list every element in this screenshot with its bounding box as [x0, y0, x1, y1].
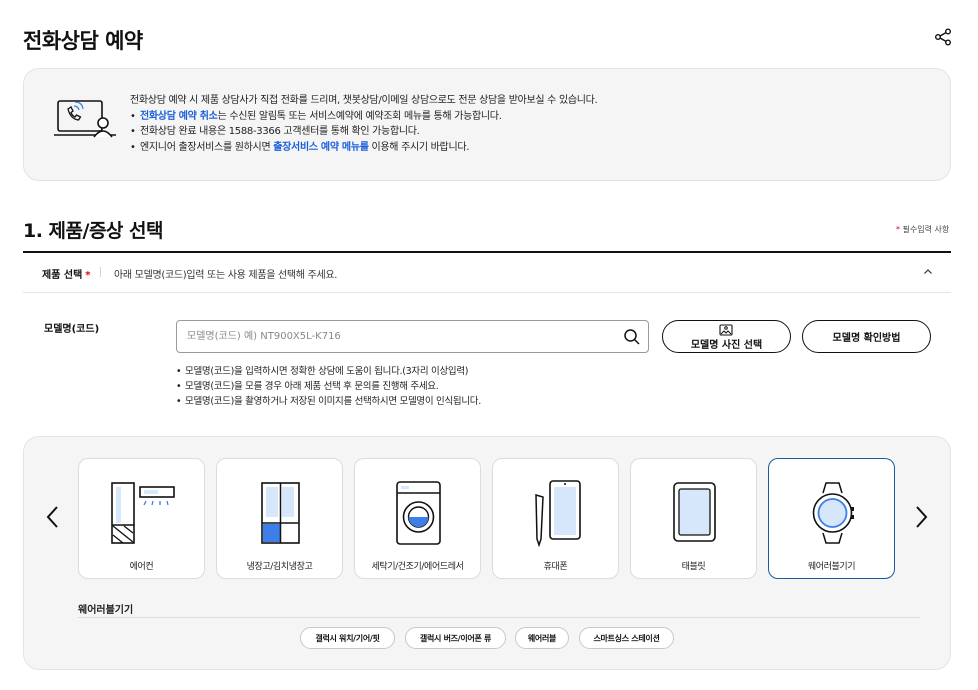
category-card-washing-machine[interactable]: 세탁기/건조기/에어드레서 [354, 458, 481, 579]
subcategory-chip-galaxy-watch[interactable]: 갤럭시 워치/기어/핏 [300, 627, 395, 649]
chevron-up-icon[interactable] [921, 265, 935, 279]
notice-box: 전화상담 예약 시 제품 상담사가 직접 전화를 드리며, 챗봇상담/이메일 상… [23, 68, 951, 181]
category-card-refrigerator[interactable]: 냉장고/김치냉장고 [216, 458, 343, 579]
model-code-input[interactable] [187, 321, 607, 352]
notice-item-cancel: • 전화상담 예약 취소는 수신된 알림톡 또는 서비스예약에 예약조회 메뉴를 … [130, 110, 502, 122]
product-select-label: 제품 선택 * [42, 270, 91, 281]
category-label: 에어컨 [129, 562, 154, 572]
category-label: 냉장고/김치냉장고 [246, 562, 313, 572]
category-label: 웨어러블기기 [807, 562, 856, 572]
section-title: 1. 제품/증상 선택 [23, 220, 164, 242]
visit-service-link[interactable]: 출장서비스 예약 메뉴를 [273, 142, 369, 153]
model-code-label: 모델명(코드) [44, 324, 100, 335]
air-conditioner-icon [111, 482, 175, 544]
mobile-phone-icon [535, 480, 581, 547]
notice-intro: 전화상담 예약 시 제품 상담사가 직접 전화를 드리며, 챗봇상담/이메일 상… [130, 95, 598, 106]
notice-list: 전화상담 예약 시 제품 상담사가 직접 전화를 드리며, 챗봇상담/이메일 상… [130, 93, 598, 155]
phone-consult-illustration-icon [54, 100, 116, 138]
model-code-search-box [176, 320, 649, 353]
subcategory-chip-smartthings-station[interactable]: 스마트싱스 스테이션 [579, 627, 674, 649]
hint-item: • 모델명(코드)을 모를 경우 아래 제품 선택 후 문의를 진행해 주세요. [176, 381, 439, 392]
refrigerator-icon [261, 482, 300, 544]
notice-item-visit: • 엔지니어 출장서비스를 원하시면 출장서비스 예약 메뉴를 이용해 주시기 바… [130, 141, 470, 153]
category-label: 세탁기/건조기/에어드레서 [371, 562, 464, 572]
category-label: 휴대폰 [543, 562, 568, 572]
smartwatch-icon [812, 482, 854, 544]
category-panel: 에어컨 냉장고/김치냉장고 세탁기/건조기/에어드레서 휴대폰 태블릿 웨어러블… [23, 436, 951, 670]
product-select-row[interactable]: 제품 선택 * 아래 모델명(코드)입력 또는 사용 제품을 선택해 주세요. [23, 252, 951, 293]
share-icon[interactable] [933, 27, 953, 47]
chevron-left-icon[interactable] [45, 504, 61, 530]
subcategory-chip-galaxy-buds[interactable]: 갤럭시 버즈/이어폰 류 [405, 627, 506, 649]
model-hints: • 모델명(코드)을 입력하시면 정확한 상담에 도움이 됩니다.(3자리 이상입… [176, 364, 481, 409]
washing-machine-icon [396, 481, 441, 545]
product-select-description: 아래 모델명(코드)입력 또는 사용 제품을 선택해 주세요. [114, 270, 338, 281]
model-photo-select-button[interactable]: 모델명 사진 선택 [662, 320, 791, 353]
chevron-right-icon[interactable] [913, 504, 929, 530]
category-card-wearable[interactable]: 웨어러블기기 [768, 458, 895, 579]
row-separator [100, 267, 101, 277]
cancel-reservation-link[interactable]: 전화상담 예약 취소 [140, 111, 218, 122]
search-icon[interactable] [623, 328, 641, 346]
required-note: * 필수입력 사항 [896, 225, 950, 234]
tablet-icon [673, 482, 716, 542]
hint-item: • 모델명(코드)을 입력하시면 정확한 상담에 도움이 됩니다.(3자리 이상입… [176, 366, 469, 377]
page-title: 전화상담 예약 [23, 29, 143, 53]
subcategory-chip-wearable[interactable]: 웨어러블 [515, 627, 569, 649]
hint-item: • 모델명(코드)을 촬영하거나 저장된 이미지를 선택하시면 모델명이 인식됩니… [176, 396, 481, 407]
image-icon [719, 324, 733, 336]
category-card-tablet[interactable]: 태블릿 [630, 458, 757, 579]
category-card-mobile-phone[interactable]: 휴대폰 [492, 458, 619, 579]
subcategory-divider [78, 617, 920, 618]
category-label: 태블릿 [681, 562, 706, 572]
model-guide-button[interactable]: 모델명 확인방법 [802, 320, 931, 353]
notice-item-history: • 전화상담 완료 내용은 1588-3366 고객센터를 통해 확인 가능합니다… [130, 126, 420, 137]
category-card-air-conditioner[interactable]: 에어컨 [78, 458, 205, 579]
subcategory-title: 웨어러블기기 [78, 605, 134, 616]
